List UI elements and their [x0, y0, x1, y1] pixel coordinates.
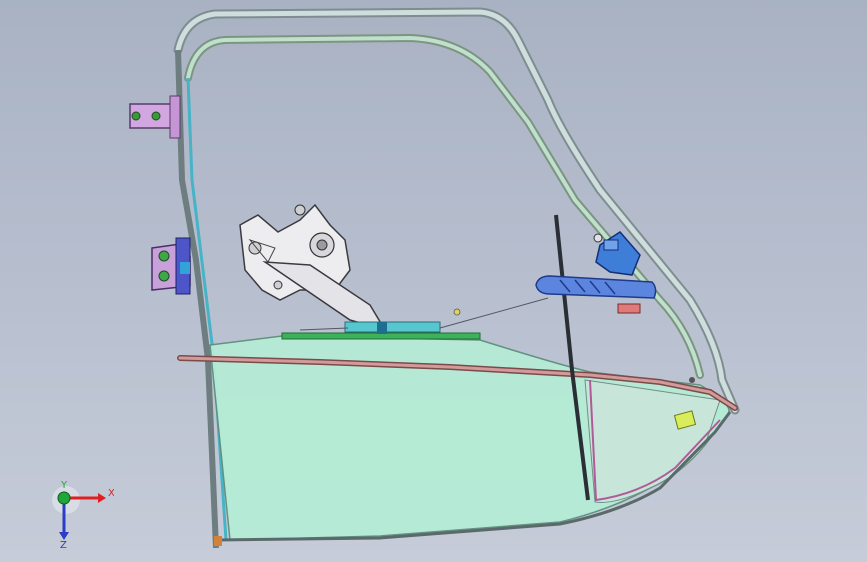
x-axis-label: X — [108, 488, 114, 499]
front-pillar-rail[interactable] — [175, 49, 219, 549]
y-axis-label: Y — [60, 480, 68, 491]
axis-triad[interactable]: X Y Z — [44, 478, 114, 548]
outer-door-handle[interactable] — [535, 275, 657, 314]
door-assembly-model[interactable] — [0, 0, 867, 562]
door-frame-inner[interactable] — [184, 33, 704, 379]
upper-hinge[interactable] — [129, 95, 181, 139]
fastener-icon — [689, 377, 695, 383]
window-regulator[interactable] — [239, 203, 441, 334]
door-lock-actuator[interactable] — [593, 231, 641, 276]
cad-viewport[interactable]: X Y Z — [0, 0, 867, 562]
z-axis-label: Z — [60, 540, 67, 548]
cable-clip — [453, 308, 461, 316]
y-axis-dot — [57, 491, 71, 505]
bottom-bracket — [214, 536, 222, 546]
lower-hinge[interactable] — [151, 237, 191, 295]
